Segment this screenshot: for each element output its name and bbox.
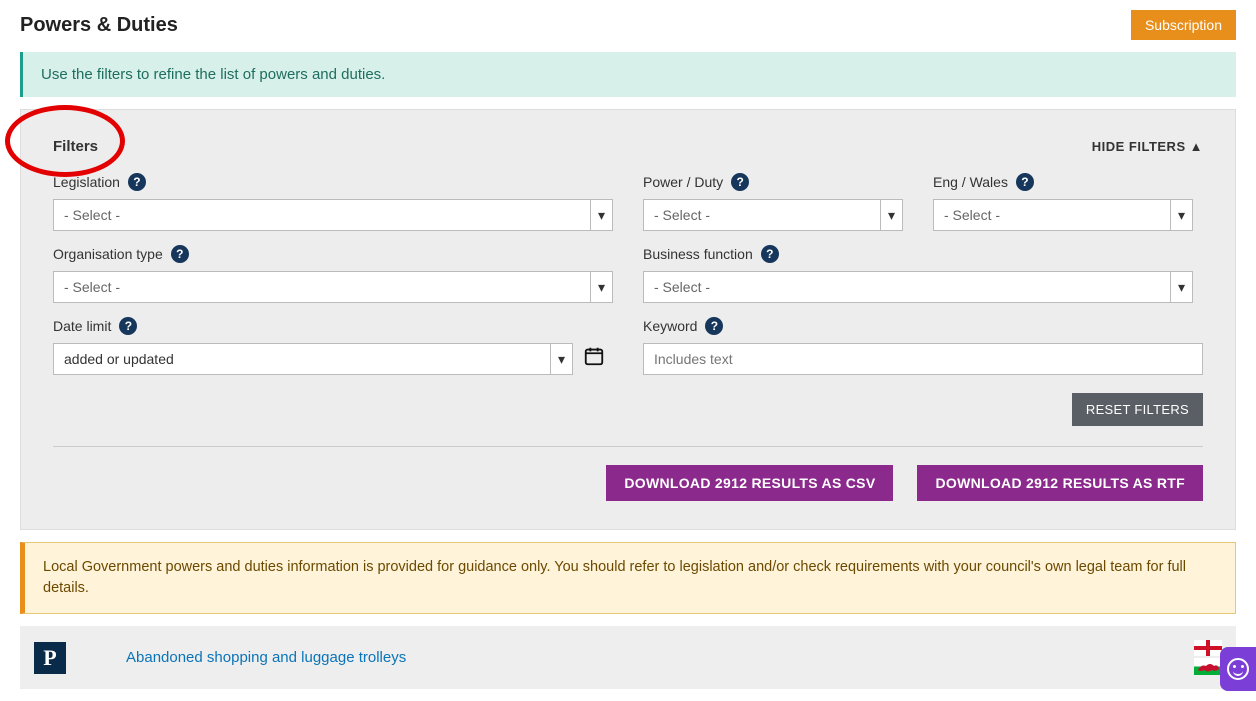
page-title: Powers & Duties: [20, 14, 178, 37]
keyword-label: Keyword: [643, 318, 697, 334]
chevron-down-icon[interactable]: ▾: [1171, 199, 1193, 231]
download-rtf-button[interactable]: DOWNLOAD 2912 RESULTS AS RTF: [917, 465, 1203, 501]
chevron-down-icon[interactable]: ▾: [1171, 271, 1193, 303]
org-type-value: - Select -: [53, 271, 591, 303]
chevron-down-icon[interactable]: ▾: [591, 199, 613, 231]
org-type-label: Organisation type: [53, 246, 163, 262]
filters-panel: Filters HIDE FILTERS ▲ Legislation ? - S…: [20, 109, 1236, 530]
wales-flag-icon: [1194, 658, 1222, 675]
power-duty-select[interactable]: - Select - ▾: [643, 199, 903, 231]
help-icon[interactable]: ?: [171, 245, 189, 263]
power-badge: P: [34, 642, 66, 674]
england-flag-icon: [1194, 640, 1222, 656]
hide-filters-button[interactable]: HIDE FILTERS ▲: [1092, 139, 1203, 154]
org-type-select[interactable]: - Select - ▾: [53, 271, 613, 303]
chevron-down-icon[interactable]: ▾: [591, 271, 613, 303]
warning-banner: Local Government powers and duties infor…: [20, 542, 1236, 614]
power-duty-value: - Select -: [643, 199, 881, 231]
help-icon[interactable]: ?: [128, 173, 146, 191]
eng-wales-select[interactable]: - Select - ▾: [933, 199, 1193, 231]
result-row: P Abandoned shopping and luggage trolley…: [20, 626, 1236, 689]
download-csv-button[interactable]: DOWNLOAD 2912 RESULTS AS CSV: [606, 465, 893, 501]
info-banner: Use the filters to refine the list of po…: [20, 52, 1236, 97]
chevron-down-icon[interactable]: ▾: [881, 199, 903, 231]
region-flags: [1194, 640, 1222, 675]
result-link[interactable]: Abandoned shopping and luggage trolleys: [126, 649, 406, 666]
eng-wales-label: Eng / Wales: [933, 174, 1008, 190]
hide-filters-label: HIDE FILTERS: [1092, 139, 1186, 154]
chevron-up-icon: ▲: [1190, 139, 1203, 154]
date-limit-label: Date limit: [53, 318, 111, 334]
legislation-value: - Select -: [53, 199, 591, 231]
keyword-input[interactable]: [643, 343, 1203, 375]
help-icon[interactable]: ?: [731, 173, 749, 191]
bus-func-value: - Select -: [643, 271, 1171, 303]
date-limit-select[interactable]: added or updated: [53, 343, 551, 375]
help-icon[interactable]: ?: [761, 245, 779, 263]
help-icon[interactable]: ?: [119, 317, 137, 335]
subscription-button[interactable]: Subscription: [1131, 10, 1236, 40]
smile-icon: [1227, 658, 1249, 680]
legislation-select[interactable]: - Select - ▾: [53, 199, 613, 231]
chevron-down-icon[interactable]: ▾: [551, 343, 573, 375]
divider: [53, 446, 1203, 447]
reset-filters-button[interactable]: RESET FILTERS: [1072, 393, 1203, 426]
calendar-icon[interactable]: [583, 345, 605, 373]
filters-heading: Filters: [53, 138, 98, 155]
legislation-label: Legislation: [53, 174, 120, 190]
bus-func-label: Business function: [643, 246, 753, 262]
power-duty-label: Power / Duty: [643, 174, 723, 190]
help-icon[interactable]: ?: [705, 317, 723, 335]
feedback-button[interactable]: [1220, 647, 1256, 691]
eng-wales-value: - Select -: [933, 199, 1171, 231]
bus-func-select[interactable]: - Select - ▾: [643, 271, 1193, 303]
help-icon[interactable]: ?: [1016, 173, 1034, 191]
